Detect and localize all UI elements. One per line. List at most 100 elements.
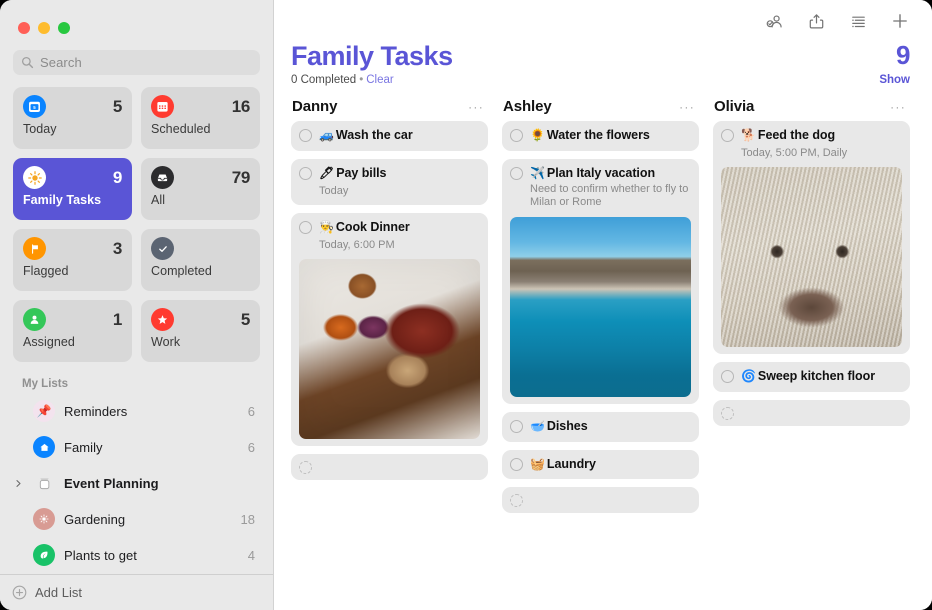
minimize-button[interactable] (38, 22, 50, 34)
sidebar-item-plants-to-get[interactable]: Plants to get 4 (10, 537, 263, 573)
task-title-row: 🌀Sweep kitchen floor (741, 369, 902, 385)
plus-icon[interactable] (890, 11, 910, 31)
task-card[interactable]: 🖊Pay bills Today (291, 159, 488, 205)
clear-button[interactable]: Clear (366, 74, 393, 86)
task-title-row: 🌻Water the flowers (530, 128, 691, 144)
list-count: 4 (248, 548, 255, 563)
list-label: Reminders (64, 404, 239, 419)
sidebar-item-flagged[interactable]: 3 Flagged (13, 229, 132, 291)
subtitle-row: 0 Completed•Clear Show (274, 70, 932, 86)
sidebar-item-family[interactable]: Family 6 (10, 429, 263, 465)
column-menu-button[interactable]: ··· (679, 101, 695, 113)
task-emoji: 🖊 (319, 166, 334, 180)
task-card[interactable]: 🚙Wash the car (291, 121, 488, 151)
task-checkbox[interactable] (721, 370, 734, 383)
task-title: Feed the dog (758, 128, 835, 142)
sidebar-item-work[interactable]: 5 Work (141, 300, 260, 362)
task-emoji: 🐕 (741, 128, 756, 142)
task-checkbox[interactable] (299, 129, 312, 142)
column-menu-button[interactable]: ··· (468, 101, 484, 113)
sidebar-item-scheduled[interactable]: 16 Scheduled (141, 87, 260, 149)
task-title: Dishes (547, 419, 588, 433)
task-card[interactable]: 👨‍🍳Cook Dinner Today, 6:00 PM (291, 213, 488, 446)
task-emoji: 🧺 (530, 457, 545, 471)
chevron-right-icon[interactable] (12, 479, 24, 488)
list-bullet-icon[interactable] (848, 11, 868, 31)
column-menu-button[interactable]: ··· (890, 101, 906, 113)
window-controls (0, 0, 273, 40)
task-checkbox[interactable] (510, 167, 523, 180)
task-card[interactable]: 🥣Dishes (502, 412, 699, 442)
task-emoji: 🥣 (530, 419, 545, 433)
new-task-row[interactable] (502, 487, 699, 513)
leaf-icon (33, 544, 55, 566)
new-task-row[interactable] (713, 400, 910, 426)
sidebar-item-reminders[interactable]: 📌 Reminders 6 (10, 393, 263, 429)
sun-icon (23, 166, 46, 189)
column-header: Olivia ··· (713, 98, 910, 121)
inbox-tray-icon (151, 166, 174, 189)
person-badge-checkmark-icon[interactable] (764, 11, 784, 31)
task-attachment-image[interactable] (510, 217, 691, 397)
task-card[interactable]: 🌻Water the flowers (502, 121, 699, 151)
plus-circle-icon (12, 585, 27, 600)
task-checkbox[interactable] (721, 129, 734, 142)
list-label: Event Planning (64, 476, 246, 491)
checkmark-icon (151, 237, 174, 260)
zoom-button[interactable] (58, 22, 70, 34)
task-checkbox[interactable] (299, 167, 312, 180)
task-title-row: 🚙Wash the car (319, 128, 480, 144)
task-card[interactable]: ✈️Plan Italy vacation Need to confirm wh… (502, 159, 699, 404)
add-list-button[interactable]: Add List (0, 574, 273, 610)
column-header: Danny ··· (291, 98, 488, 121)
sidebar-item-event-planning[interactable]: Event Planning (10, 465, 263, 501)
task-attachment-image[interactable] (721, 167, 902, 347)
task-emoji: 🚙 (319, 128, 334, 142)
today-label: Today (23, 122, 122, 136)
completed-count-text: 0 Completed (291, 74, 356, 86)
sidebar: Search 5 5 Today 16 (0, 0, 274, 610)
new-task-checkbox[interactable] (299, 461, 312, 474)
sidebar-item-gardening[interactable]: Gardening 18 (10, 501, 263, 537)
family-tasks-label: Family Tasks (23, 193, 122, 207)
show-completed-button[interactable]: Show (879, 74, 910, 86)
task-card[interactable]: 🌀Sweep kitchen floor (713, 362, 910, 392)
column-title: Danny (292, 98, 337, 115)
new-task-row[interactable] (291, 454, 488, 480)
new-task-checkbox[interactable] (510, 494, 523, 507)
title-row: Family Tasks 9 (274, 42, 932, 70)
task-card[interactable]: 🐕Feed the dog Today, 5:00 PM, Daily (713, 121, 910, 354)
sidebar-item-all[interactable]: 79 All (141, 158, 260, 220)
share-icon[interactable] (806, 11, 826, 31)
task-checkbox[interactable] (510, 458, 523, 471)
task-checkbox[interactable] (299, 221, 312, 234)
sidebar-item-today[interactable]: 5 5 Today (13, 87, 132, 149)
task-checkbox[interactable] (510, 420, 523, 433)
list-count: 6 (248, 404, 255, 419)
assigned-count: 1 (113, 310, 122, 330)
task-attachment-image[interactable] (299, 259, 480, 439)
task-title: Cook Dinner (336, 220, 410, 234)
sidebar-item-completed[interactable]: Completed (141, 229, 260, 291)
task-emoji: 👨‍🍳 (319, 220, 334, 234)
completed-label: Completed (151, 264, 250, 278)
flagged-count: 3 (113, 239, 122, 259)
sidebar-item-family-tasks[interactable]: 9 Family Tasks (13, 158, 132, 220)
list-label: Family (64, 440, 239, 455)
close-button[interactable] (18, 22, 30, 34)
my-lists-header: My Lists (0, 368, 273, 393)
search-container: Search (0, 40, 273, 75)
list-count: 18 (241, 512, 255, 527)
search-field[interactable]: Search (13, 50, 260, 75)
task-card[interactable]: 🧺Laundry (502, 450, 699, 480)
task-title-row: ✈️Plan Italy vacation (530, 166, 691, 182)
task-checkbox[interactable] (510, 129, 523, 142)
reminders-window: Search 5 5 Today 16 (0, 0, 932, 610)
scheduled-count: 16 (232, 97, 250, 117)
sidebar-item-assigned[interactable]: 1 Assigned (13, 300, 132, 362)
my-lists: 📌 Reminders 6 Family 6 Event Plan (0, 393, 273, 573)
toolbar (274, 0, 932, 42)
separator-dot: • (359, 74, 363, 86)
new-task-checkbox[interactable] (721, 407, 734, 420)
list-label: Plants to get (64, 548, 239, 563)
